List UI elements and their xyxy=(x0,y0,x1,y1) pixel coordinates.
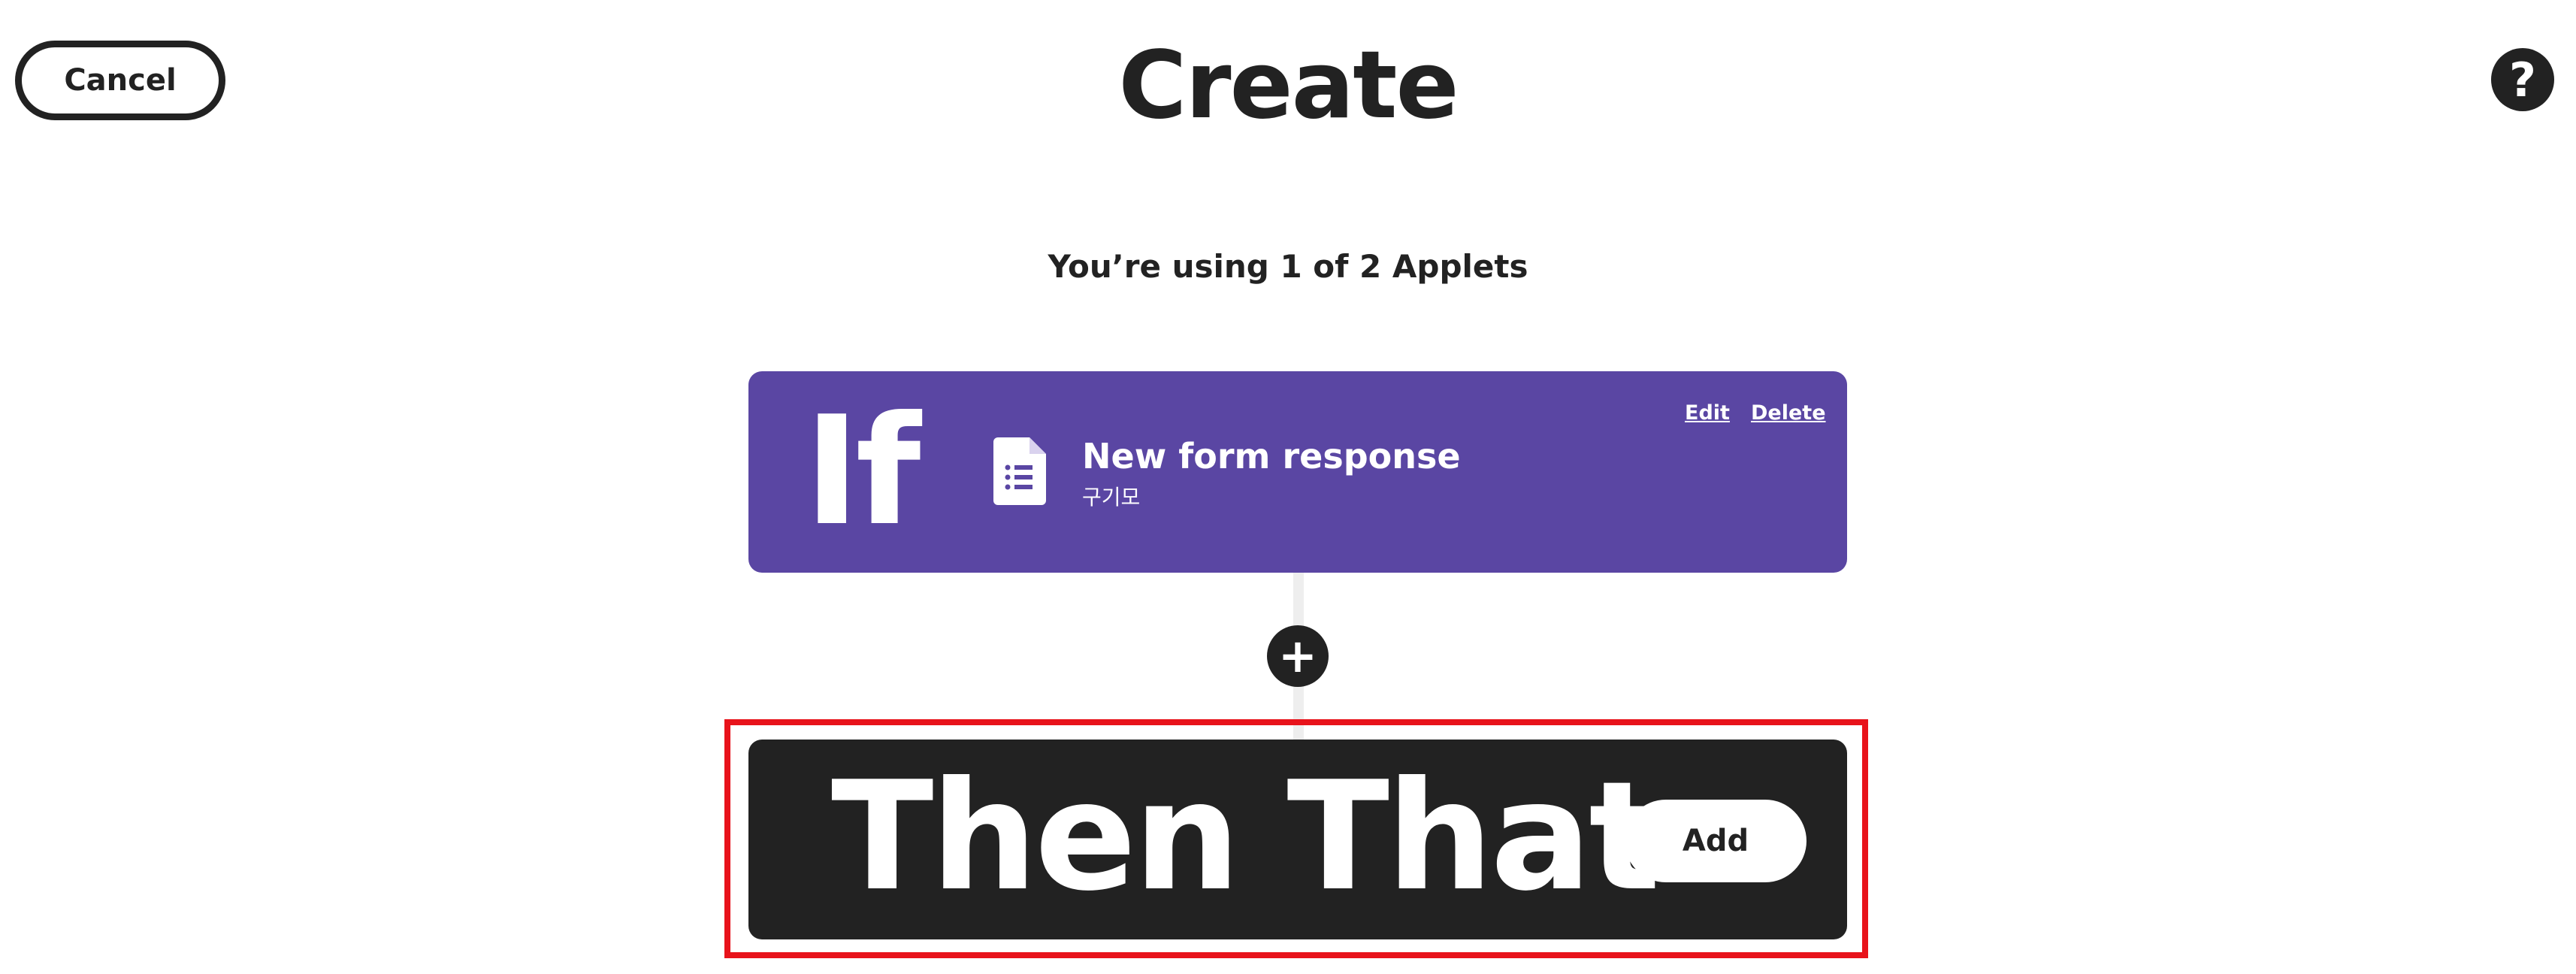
if-trigger-card[interactable]: If New form response 구기모 Edit Delete xyxy=(748,371,1847,573)
page-title: Create xyxy=(1118,32,1459,140)
add-action-button[interactable]: Add xyxy=(1625,800,1807,882)
then-action-card[interactable]: Then That Add xyxy=(748,740,1847,939)
help-icon[interactable]: ? xyxy=(2491,48,2554,111)
delete-trigger-link[interactable]: Delete xyxy=(1751,401,1826,425)
add-step-button[interactable]: + xyxy=(1267,625,1329,687)
edit-trigger-link[interactable]: Edit xyxy=(1685,401,1730,425)
then-that-label: Then That xyxy=(831,749,1661,924)
applet-usage-text: You’re using 1 of 2 Applets xyxy=(1048,248,1528,285)
trigger-subtitle: 구기모 xyxy=(1082,485,1141,510)
if-label: If xyxy=(804,384,921,559)
create-applet-page: Cancel Create ? You’re using 1 of 2 Appl… xyxy=(0,0,2576,974)
google-forms-icon xyxy=(993,437,1046,505)
trigger-name: New form response xyxy=(1082,436,1461,476)
